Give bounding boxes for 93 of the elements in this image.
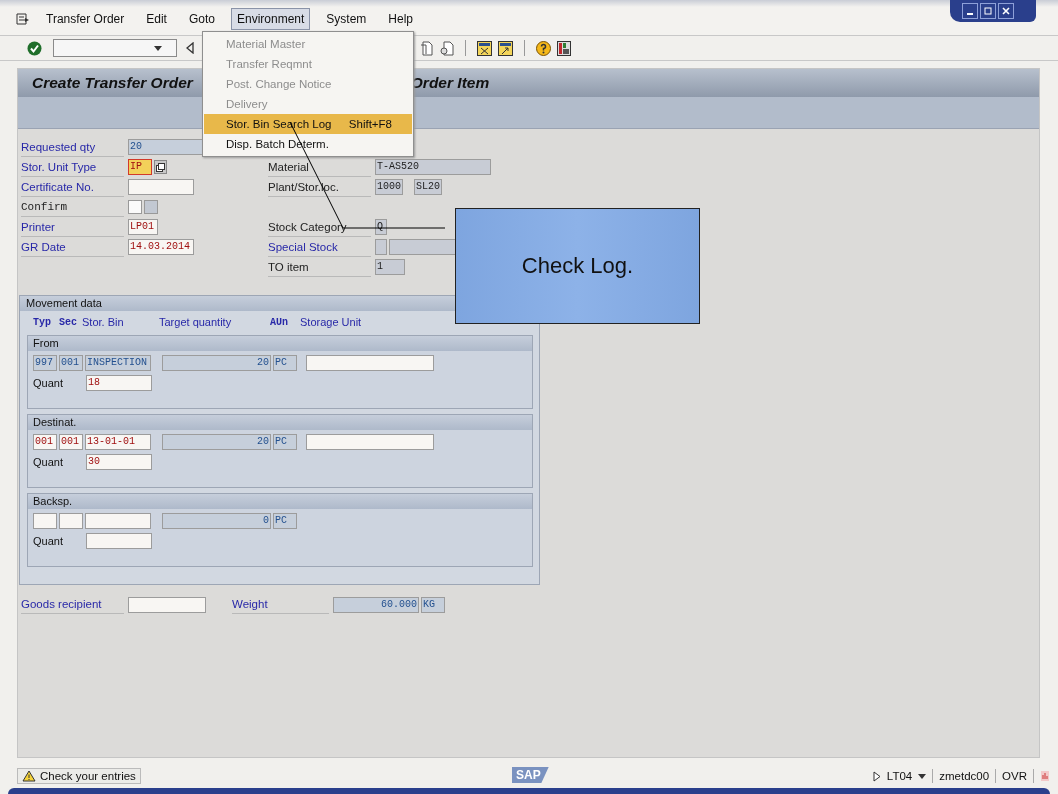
field-label: Quant <box>33 535 64 547</box>
section-title: Destinat. <box>28 415 532 430</box>
column-header: Stor. Bin <box>82 316 125 328</box>
display-field: T-AS520 <box>375 159 491 175</box>
window-icon[interactable] <box>498 40 513 56</box>
command-field[interactable] <box>53 39 177 57</box>
status-message: Check your entries <box>40 770 136 782</box>
minimize-button[interactable] <box>962 3 978 19</box>
output-field: 001 <box>59 355 83 371</box>
output-field: 20 <box>128 139 204 155</box>
input-field[interactable] <box>306 434 434 450</box>
field-label: Special Stock <box>268 237 371 257</box>
output-field: 20 <box>162 355 271 371</box>
menu-item[interactable]: Edit <box>140 8 173 30</box>
menu-icon[interactable] <box>16 13 30 25</box>
maximize-icon <box>984 7 992 15</box>
checkmark-icon[interactable] <box>27 40 42 56</box>
output-field: 0 <box>162 513 271 529</box>
input-field[interactable] <box>59 513 83 529</box>
warning-icon <box>22 770 36 782</box>
screen-title: Create Transfer Order <box>32 74 193 92</box>
input-field[interactable] <box>128 179 194 195</box>
column-header: Sec <box>59 316 78 328</box>
menu-item[interactable]: Environment <box>230 8 311 30</box>
section-title: From <box>28 336 532 351</box>
input-field[interactable]: 30 <box>86 454 152 470</box>
input-field[interactable]: IP <box>128 159 152 175</box>
field-label: Goods recipient <box>21 595 124 614</box>
input-field[interactable]: 14.03.2014 <box>128 239 194 255</box>
output-field: PC <box>273 355 297 371</box>
column-header: Typ <box>33 316 52 328</box>
copy-button[interactable] <box>154 160 167 174</box>
menu-item[interactable]: Transfer Order <box>40 8 131 30</box>
input-field[interactable]: 13-01-01 <box>85 434 151 450</box>
copy-icon <box>156 162 165 172</box>
output-field: KG <box>421 596 445 613</box>
input-field[interactable]: 001 <box>33 434 57 450</box>
menu-item[interactable]: System <box>320 8 373 30</box>
logo: SAP <box>512 767 549 783</box>
field-label: Quant <box>33 377 64 389</box>
close-button[interactable] <box>998 3 1014 19</box>
transaction-code: LT04 <box>886 770 913 782</box>
input-field[interactable] <box>33 513 57 529</box>
layout-icon[interactable] <box>557 40 571 56</box>
input-field[interactable] <box>85 513 151 529</box>
field-label: GR Date <box>21 237 124 257</box>
display-field: SL20 <box>414 179 442 195</box>
output-field: 60.000 <box>333 596 419 613</box>
status-icon[interactable] <box>1040 770 1050 782</box>
back-icon[interactable] <box>186 42 194 54</box>
menu-item[interactable]: Stor. Bin Search Log Shift+F8 <box>204 114 412 134</box>
output-field: PC <box>273 513 297 529</box>
play-icon[interactable] <box>872 770 881 782</box>
menu-item[interactable]: Goto <box>182 8 221 30</box>
output-field: PC <box>273 434 297 450</box>
checkbox[interactable] <box>128 200 142 214</box>
field-label: TO item <box>268 257 371 277</box>
input-field[interactable]: 001 <box>59 434 83 450</box>
caret-icon[interactable] <box>918 773 927 779</box>
input-field[interactable] <box>128 596 206 613</box>
field-label: Requested qty <box>21 137 124 157</box>
input-field[interactable]: LP01 <box>128 219 158 235</box>
input-field[interactable]: 18 <box>86 375 152 391</box>
callout-box: Check Log. <box>455 208 700 324</box>
help-icon[interactable] <box>536 40 551 56</box>
output-field: INSPECTION <box>85 355 151 371</box>
document-icon[interactable] <box>420 40 434 56</box>
input-field[interactable] <box>306 355 434 371</box>
input-field[interactable] <box>86 533 152 549</box>
column-header: Storage Unit <box>300 316 362 328</box>
window-icon[interactable] <box>477 40 492 56</box>
document-icon[interactable] <box>440 40 454 56</box>
menu-item[interactable]: Help <box>382 8 420 30</box>
output-field: 997 <box>33 355 57 371</box>
field-label: Weight <box>232 595 329 614</box>
server-name: zmetdc00 <box>939 770 990 782</box>
field-label: Stor. Unit Type <box>21 157 124 177</box>
section-title: Backsp. <box>28 494 532 509</box>
output-field: 20 <box>162 434 271 450</box>
field-label: Certificate No. <box>21 177 124 197</box>
column-header: Target quantity <box>159 316 233 328</box>
field-label: Printer <box>21 217 124 237</box>
display-field <box>375 239 387 255</box>
maximize-button[interactable] <box>980 3 996 19</box>
field-label: Confirm <box>21 197 124 217</box>
display-field: 1 <box>375 259 405 275</box>
display-field: 1000 <box>375 179 403 195</box>
field-label: Quant <box>33 456 64 468</box>
input-mode: OVR <box>1002 770 1027 782</box>
column-header: AUn <box>270 316 289 328</box>
close-icon <box>1002 7 1010 15</box>
caret-icon <box>154 45 162 51</box>
field-label: Stock Category <box>268 217 371 237</box>
